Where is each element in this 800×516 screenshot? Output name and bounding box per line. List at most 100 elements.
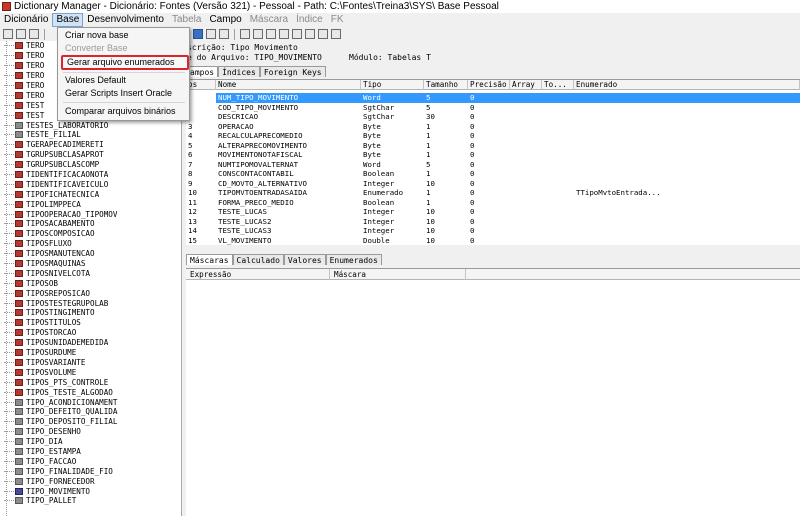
menu-desenvolvimento[interactable]: Desenvolvimento [83, 14, 168, 26]
tree-item[interactable]: TIPOOPERACAO_TIPOMOV [0, 209, 181, 219]
masks-grid[interactable]: Expressão Máscara [186, 268, 800, 516]
tree-item[interactable]: TESTES_LABORATORIO [0, 120, 181, 130]
tree-item[interactable]: TGRUPSUBCLASCOMP [0, 160, 181, 170]
tree-item[interactable]: TGERAPECADIMERETI [0, 140, 181, 150]
menu-campo[interactable]: Campo [205, 14, 245, 26]
tree-item[interactable]: TIPOSCOMPOSICAO [0, 229, 181, 239]
table-row[interactable]: 14 TESTE_LUCAS3 Integer 10 0 [186, 226, 800, 236]
table-row[interactable]: NUM_TIPO_MOVIMENTO Word 5 0 [186, 93, 800, 103]
menu-item-gerar-scripts-insert-oracle[interactable]: Gerar Scripts Insert Oracle [65, 87, 172, 99]
table-row[interactable]: 13 TESTE_LUCAS2 Integer 10 0 [186, 217, 800, 227]
tree-item[interactable]: TIPOS_TESTE_ALGODAO [0, 387, 181, 397]
tree-item[interactable]: TIPOSURDUME [0, 348, 181, 358]
menu-fk[interactable]: FK [327, 14, 348, 26]
menu-item-valores-default[interactable]: Valores Default [65, 74, 126, 86]
column-header-array[interactable]: Array [510, 80, 542, 90]
tree-item[interactable]: TGRUPSUBCLASAPROT [0, 150, 181, 160]
menu-m-scara[interactable]: Máscara [246, 14, 292, 26]
tree-item[interactable]: TIPO_DESENHO [0, 427, 181, 437]
tab-valores[interactable]: Valores [283, 254, 326, 265]
index-icon[interactable] [240, 29, 250, 39]
tree-item[interactable]: TIPO_DEFEITO_QUALIDA [0, 407, 181, 417]
tab--ndices[interactable]: Índices [218, 66, 260, 77]
tree-item[interactable]: TIPOSUNIDADEMEDIDA [0, 338, 181, 348]
fields-grid[interactable]: os Nome Tipo Tamanho Precisão Array To... Enume… [186, 79, 800, 245]
menu-base[interactable]: Base [52, 13, 84, 27]
table-row[interactable]: 6 MOVIMENTONOTAFISCAL Byte 1 0 [186, 150, 800, 160]
hash-icon[interactable] [206, 29, 216, 39]
tree-item[interactable]: TIPO_MOVIMENTO [0, 486, 181, 496]
table-row[interactable]: 12 TESTE_LUCAS Integer 10 0 [186, 207, 800, 217]
tree-item[interactable]: TIPO_ACONDICIONAMENT [0, 397, 181, 407]
table-row[interactable]: 15 VL_MOVIMENTO Double 10 0 [186, 236, 800, 246]
tree-item[interactable]: TIDENTIFICACAONOTA [0, 170, 181, 180]
table-row[interactable]: COD_TIPO_MOVIMENTO SgtChar 5 0 [186, 103, 800, 113]
tree-item[interactable]: TIDENTIFICAVEICULO [0, 179, 181, 189]
column-header-precis-o[interactable]: Precisão [468, 80, 510, 90]
tree-item[interactable]: TIPOSOB [0, 278, 181, 288]
tree-item[interactable]: TIPOSACABAMENTO [0, 219, 181, 229]
tree-item[interactable]: TIPOSVARIANTE [0, 358, 181, 368]
column-header-to-[interactable]: To... [542, 80, 574, 90]
tree-item[interactable]: TESTE_FILIAL [0, 130, 181, 140]
export-icon[interactable] [305, 29, 315, 39]
key-icon[interactable] [253, 29, 263, 39]
menu-tabela[interactable]: Tabela [168, 14, 205, 26]
table-row[interactable]: 3 OPERACAO Byte 1 0 [186, 122, 800, 132]
column-header-tamanho[interactable]: Tamanho [424, 80, 468, 90]
tree-item[interactable]: TIPOFICHATECNICA [0, 189, 181, 199]
column-header-enumerado[interactable]: Enumerado [574, 80, 800, 90]
link-icon[interactable] [279, 29, 289, 39]
table-row[interactable]: DESCRICAO SgtChar 30 0 [186, 112, 800, 122]
menu-item-gerar-arquivo-enumerados[interactable]: Gerar arquivo enumerados [61, 55, 189, 70]
tab-m-scaras[interactable]: Máscaras [186, 254, 233, 265]
tab-enumerados[interactable]: Enumerados [325, 254, 382, 265]
tab-foreign-keys[interactable]: Foreign Keys [259, 66, 326, 77]
expression-header[interactable]: Expressão [186, 269, 330, 280]
tree-item[interactable]: TIPO_DEPOSITO_FILIAL [0, 417, 181, 427]
tree-item[interactable]: TIPO_FACCAO [0, 456, 181, 466]
table-row[interactable]: 10 TIPOMVTOENTRADASAIDA Enumerado 1 0 TTipoMv… [186, 188, 800, 198]
tree-item[interactable]: TIPOSVOLUME [0, 367, 181, 377]
delete-icon[interactable] [219, 29, 229, 39]
tree-item[interactable]: TIPOSNIVELCOTA [0, 268, 181, 278]
tree-item[interactable]: TIPO_ESTAMPA [0, 447, 181, 457]
menu-item-criar-nova-base[interactable]: Criar nova base [65, 29, 129, 41]
table-row[interactable]: 8 CONSCONTACONTABIL Boolean 1 0 [186, 169, 800, 179]
tree-item[interactable]: TIPO_FORNECEDOR [0, 476, 181, 486]
tree-item[interactable]: TIPOSTINGIMENTO [0, 308, 181, 318]
chart-icon[interactable] [292, 29, 302, 39]
table-row[interactable]: 7 NUMTIPOMOVALTERNAT Word 5 0 [186, 160, 800, 170]
table-row[interactable]: 5 ALTERAPRECOMOVIMENTO Byte 1 0 [186, 141, 800, 151]
tree-item[interactable]: TIPO_FINALIDADE_FIO [0, 466, 181, 476]
tree-item[interactable]: TIPOSFLUXO [0, 239, 181, 249]
tree-item[interactable]: TIPOLIMPPECA [0, 199, 181, 209]
tree-item[interactable]: TIPO_PALLET [0, 496, 181, 506]
menu--ndice[interactable]: Índice [292, 14, 327, 26]
tree-item[interactable]: TIPOSTESTEGRUPOLAB [0, 298, 181, 308]
table-row[interactable]: 9 CD_MOVTO_ALTERNATIVO Integer 10 0 [186, 179, 800, 189]
tree-item[interactable]: TIPOSMANUTENCAO [0, 249, 181, 259]
edit-field-icon[interactable] [193, 29, 203, 39]
column-header-os[interactable]: os [186, 80, 216, 90]
menu-item-converter-base[interactable]: Converter Base [65, 42, 128, 54]
tree-item[interactable]: TIPOS_PTS_CONTROLE [0, 377, 181, 387]
mask-header[interactable]: Máscara [330, 269, 466, 280]
table-row[interactable]: 11 FORMA_PRECO_MEDIO Boolean 1 0 [186, 198, 800, 208]
column-header-nome[interactable]: Nome [216, 80, 361, 90]
menu-dicion-rio[interactable]: Dicionário [0, 14, 52, 26]
tree-item[interactable]: TIPOSTORCAO [0, 328, 181, 338]
grid-icon[interactable] [266, 29, 276, 39]
tree-item[interactable]: TIPOSREPOSICAO [0, 288, 181, 298]
column-header-tipo[interactable]: Tipo [361, 80, 424, 90]
open-icon[interactable] [16, 29, 26, 39]
settings-icon[interactable] [331, 29, 341, 39]
tree-item[interactable]: TIPOSTITULOS [0, 318, 181, 328]
new-icon[interactable] [3, 29, 13, 39]
tree-item[interactable]: TIPO_DIA [0, 437, 181, 447]
tree-item[interactable]: TIPOSMAQUINAS [0, 259, 181, 269]
print-icon[interactable] [318, 29, 328, 39]
table-row[interactable]: 4 RECALCULAPRECOMEDIO Byte 1 0 [186, 131, 800, 141]
tab-calculado[interactable]: Calculado [232, 254, 284, 265]
menu-item-comparar-arquivos-binarios[interactable]: Comparar arquivos binários [65, 105, 176, 117]
